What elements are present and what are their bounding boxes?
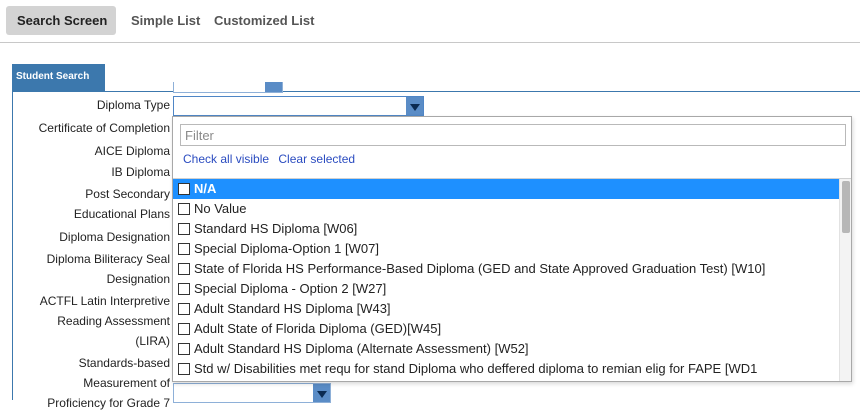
checkbox-icon[interactable] (178, 303, 190, 315)
label-actfl-latin: ACTFL Latin Interpretive (39, 294, 170, 308)
dropdown-option[interactable]: No Value (173, 199, 851, 219)
scrollbar[interactable] (839, 179, 851, 381)
label-measurement-of: Measurement of (83, 376, 170, 390)
options-list: N/A No Value Standard HS Diploma [W06] Spec… (173, 178, 851, 381)
option-label: N/A (194, 181, 217, 196)
chevron-down-icon (265, 82, 282, 92)
label-designation: Designation (106, 272, 170, 286)
top-tab-bar: Search Screen Simple List Customized Lis… (0, 0, 860, 43)
checkbox-icon[interactable] (178, 243, 190, 255)
label-reading-assessment: Reading Assessment (57, 314, 170, 328)
label-lira: (LIRA) (135, 334, 170, 348)
student-search-panel-tab: Student Search (12, 64, 105, 91)
dropdown-option[interactable]: Adult State of Florida Diploma (GED)[W45… (173, 319, 851, 339)
dropdown-option[interactable]: Std w/ Disabilities met requ for stand D… (173, 359, 851, 379)
panel-left-border (12, 91, 13, 400)
checkbox-icon[interactable] (178, 263, 190, 275)
scrollbar-thumb[interactable] (842, 181, 850, 233)
label-ib-diploma: IB Diploma (111, 165, 170, 179)
proficiency-select[interactable] (173, 383, 331, 403)
option-label: State of Florida HS Performance-Based Di… (194, 261, 766, 276)
filter-input[interactable] (180, 124, 846, 146)
label-post-secondary: Post Secondary (85, 187, 170, 201)
label-standards-based: Standards-based (78, 356, 170, 370)
option-label: Adult Standard HS Diploma (Alternate Ass… (194, 341, 529, 356)
checkbox-icon[interactable] (178, 363, 190, 375)
checkbox-icon[interactable] (178, 343, 190, 355)
dropdown-actions: Check all visible Clear selected (183, 150, 361, 168)
chevron-down-icon[interactable] (406, 97, 423, 115)
option-label: Adult Standard HS Diploma [W43] (194, 301, 391, 316)
diploma-type-select[interactable] (173, 96, 424, 116)
dropdown-option[interactable]: Special Diploma - Option 2 [W27] (173, 279, 851, 299)
dropdown-option[interactable]: N/A (173, 179, 851, 199)
option-label: No Value (194, 201, 247, 216)
label-aice-diploma: AICE Diploma (94, 144, 170, 158)
label-certificate-of-completion: Certificate of Completion (38, 121, 170, 135)
dropdown-option[interactable]: Standard HS Diploma [W06] (173, 219, 851, 239)
label-diploma-type: Diploma Type (96, 98, 170, 112)
label-diploma-biliteracy-seal: Diploma Biliteracy Seal (46, 252, 170, 266)
label-educational-plans: Educational Plans (73, 207, 170, 221)
option-label: Special Diploma - Option 2 [W27] (194, 281, 387, 296)
checkbox-icon[interactable] (178, 223, 190, 235)
chevron-down-icon[interactable] (313, 384, 330, 402)
checkbox-icon[interactable] (178, 323, 190, 335)
tab-customized-list[interactable]: Customized List (214, 6, 314, 35)
option-label: Special Diploma-Option 1 [W07] (194, 241, 379, 256)
panel-divider (12, 91, 860, 92)
checkbox-icon[interactable] (178, 283, 190, 295)
check-all-visible-link[interactable]: Check all visible (183, 152, 269, 166)
tab-simple-list[interactable]: Simple List (131, 6, 200, 35)
dropdown-option[interactable]: Special Diploma-Option 1 [W07] (173, 239, 851, 259)
label-proficiency-grade-7: Proficiency for Grade 7 (47, 396, 170, 410)
dropdown-option[interactable]: State of Florida HS Performance-Based Di… (173, 259, 851, 279)
checkbox-icon[interactable] (178, 203, 190, 215)
option-label: Std w/ Disabilities met requ for stand D… (194, 361, 758, 376)
label-diploma-designation: Diploma Designation (59, 230, 170, 244)
diploma-type-dropdown: Check all visible Clear selected N/A No V… (172, 116, 852, 382)
option-label: Adult State of Florida Diploma (GED)[W45… (194, 321, 442, 336)
tab-search-screen[interactable]: Search Screen (6, 6, 116, 35)
previous-field-select[interactable] (173, 82, 283, 93)
dropdown-option[interactable]: Adult Standard HS Diploma [W43] (173, 299, 851, 319)
checkbox-icon[interactable] (178, 183, 190, 195)
clear-selected-link[interactable]: Clear selected (278, 152, 355, 166)
option-label: Standard HS Diploma [W06] (194, 221, 358, 236)
dropdown-option[interactable]: Adult Standard HS Diploma (Alternate Ass… (173, 339, 851, 359)
